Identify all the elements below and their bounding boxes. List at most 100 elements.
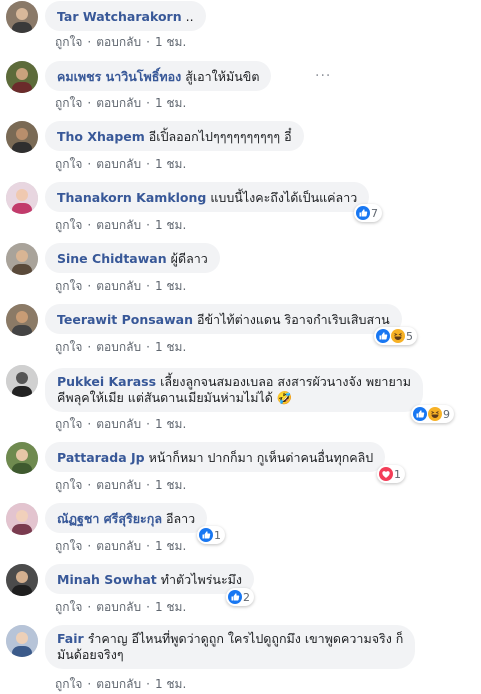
thumbs-up-icon — [228, 590, 242, 604]
like-link[interactable]: ถูกใจ — [55, 218, 82, 232]
like-link[interactable]: ถูกใจ — [55, 157, 82, 171]
commenter-name[interactable]: ณัฏฐชา ศรีสุริยะกุล — [57, 511, 162, 526]
reaction-count: 1 — [394, 467, 401, 481]
timestamp[interactable]: 1 ชม. — [155, 677, 186, 691]
like-link[interactable]: ถูกใจ — [55, 417, 82, 431]
comment-bubble: Pukkei Karass เลี้ยงลูกจนสมองเบลอ สงสารผั… — [45, 368, 424, 412]
avatar[interactable] — [6, 503, 38, 535]
separator: · — [87, 600, 92, 614]
like-link[interactable]: ถูกใจ — [55, 96, 82, 110]
comment-bubble: Fair รำคาญ อีไหนที่พูดว่าดูถูก ใครไปดูถูก… — [45, 625, 416, 669]
commenter-name[interactable]: Fair — [57, 631, 84, 646]
commenter-name[interactable]: Pukkei Karass — [57, 374, 156, 389]
comment-actions: ถูกใจ · ตอบกลับ · 1 ชม. — [55, 277, 186, 296]
comment-text: .. — [185, 9, 194, 24]
like-link[interactable]: ถูกใจ — [55, 35, 82, 49]
avatar[interactable] — [6, 1, 38, 33]
like-link[interactable]: ถูกใจ — [55, 600, 82, 614]
separator: · — [146, 539, 150, 553]
commenter-name[interactable]: Thanakorn Kamklong — [57, 190, 206, 205]
timestamp[interactable]: 1 ชม. — [155, 478, 186, 492]
comment-actions: ถูกใจ · ตอบกลับ · 1 ชม. — [55, 338, 186, 357]
reply-link[interactable]: ตอบกลับ — [96, 417, 141, 431]
timestamp[interactable]: 1 ชม. — [155, 218, 186, 232]
separator: · — [87, 539, 92, 553]
commenter-name[interactable]: Tho Xhapem — [57, 129, 145, 144]
timestamp[interactable]: 1 ชม. — [155, 539, 186, 553]
reply-link[interactable]: ตอบกลับ — [96, 96, 141, 110]
reply-link[interactable]: ตอบกลับ — [96, 35, 141, 49]
reply-link[interactable]: ตอบกลับ — [96, 600, 141, 614]
avatar[interactable] — [6, 365, 38, 397]
reaction-summary[interactable]: 5 — [374, 327, 417, 345]
like-link[interactable]: ถูกใจ — [55, 677, 82, 691]
thumbs-up-icon — [199, 528, 213, 542]
comment-text: แบบนี้ไงคะถึงได้เป็นแค่ลาว — [210, 190, 358, 205]
avatar[interactable] — [6, 61, 38, 93]
avatar[interactable] — [6, 182, 38, 214]
reply-link[interactable]: ตอบกลับ — [96, 279, 141, 293]
commenter-name[interactable]: Tar Watcharakorn — [57, 9, 182, 24]
reaction-count: 9 — [443, 407, 450, 421]
reply-link[interactable]: ตอบกลับ — [96, 157, 141, 171]
avatar[interactable] — [6, 121, 38, 153]
separator: · — [87, 157, 92, 171]
haha-emoji-icon — [428, 407, 442, 421]
avatar[interactable] — [6, 442, 38, 474]
timestamp[interactable]: 1 ชม. — [155, 279, 186, 293]
timestamp[interactable]: 1 ชม. — [155, 96, 186, 110]
reaction-count: 5 — [406, 329, 413, 343]
avatar[interactable] — [6, 625, 38, 657]
haha-emoji-icon — [391, 329, 405, 343]
commenter-name[interactable]: Teerawit Ponsawan — [57, 312, 193, 327]
comment-actions: ถูกใจ · ตอบกลับ · 1 ชม. — [55, 598, 186, 617]
separator: · — [87, 417, 92, 431]
avatar[interactable] — [6, 304, 38, 336]
timestamp[interactable]: 1 ชม. — [155, 35, 186, 49]
commenter-name[interactable]: Minah Sowhat — [57, 572, 157, 587]
reply-link[interactable]: ตอบกลับ — [96, 218, 141, 232]
comment-actions: ถูกใจ · ตอบกลับ · 1 ชม. — [55, 675, 186, 694]
comment-actions: ถูกใจ · ตอบกลับ · 1 ชม. — [55, 415, 186, 434]
reply-link[interactable]: ตอบกลับ — [96, 478, 141, 492]
like-link[interactable]: ถูกใจ — [55, 340, 82, 354]
timestamp[interactable]: 1 ชม. — [155, 340, 186, 354]
timestamp[interactable]: 1 ชม. — [155, 600, 186, 614]
comment-bubble: Minah Sowhat ทำตัวไพร่นะมึง — [45, 564, 255, 594]
separator: · — [87, 279, 92, 293]
comment-text: เลี้ยงลูกจนสมองเบลอ สงสารผัวนางจัง พยายา… — [160, 374, 412, 389]
avatar[interactable] — [6, 243, 38, 275]
commenter-name[interactable]: คมเพชร นาวินโพธิ์ทอง — [57, 69, 181, 84]
avatar[interactable] — [6, 564, 38, 596]
reply-link[interactable]: ตอบกลับ — [96, 677, 141, 691]
separator: · — [87, 340, 92, 354]
heart-icon — [379, 467, 393, 481]
comment-actions: ถูกใจ · ตอบกลับ · 1 ชม. — [55, 94, 186, 113]
timestamp[interactable]: 1 ชม. — [155, 417, 186, 431]
comment-text: คีพลุคให้เมีย แต่สันดานเมียมันห่ามไม่ได้… — [57, 390, 293, 405]
reaction-summary[interactable]: 9 — [411, 405, 454, 423]
reaction-summary[interactable]: 2 — [226, 588, 254, 606]
comment-bubble: คมเพชร นาวินโพธิ์ทอง สู้เอาให้มันขิต — [45, 61, 272, 91]
reaction-summary[interactable]: 1 — [197, 526, 225, 544]
like-link[interactable]: ถูกใจ — [55, 539, 82, 553]
timestamp[interactable]: 1 ชม. — [155, 157, 186, 171]
like-link[interactable]: ถูกใจ — [55, 279, 82, 293]
thumbs-up-icon — [413, 407, 427, 421]
like-link[interactable]: ถูกใจ — [55, 478, 82, 492]
reply-link[interactable]: ตอบกลับ — [96, 539, 141, 553]
comment-text: สู้เอาให้มันขิต — [185, 69, 260, 84]
separator: · — [146, 218, 150, 232]
separator: · — [146, 600, 150, 614]
commenter-name[interactable]: Pattarada Jp — [57, 450, 145, 465]
comment-actions: ถูกใจ · ตอบกลับ · 1 ชม. — [55, 537, 186, 556]
reaction-count: 1 — [214, 528, 221, 542]
commenter-name[interactable]: Sine Chidtawan — [57, 251, 167, 266]
more-options-icon[interactable]: ··· — [315, 68, 331, 84]
comment-bubble: Teerawit Ponsawan อีข้าไท้ต่างแดน ริอาจกำ… — [45, 304, 402, 334]
comment-text: มันด้อยจริงๆ — [57, 647, 124, 662]
reaction-summary[interactable]: 1 — [377, 465, 405, 483]
reaction-summary[interactable]: 7 — [354, 204, 382, 222]
reply-link[interactable]: ตอบกลับ — [96, 340, 141, 354]
comment-bubble: Tar Watcharakorn.. — [45, 1, 206, 31]
